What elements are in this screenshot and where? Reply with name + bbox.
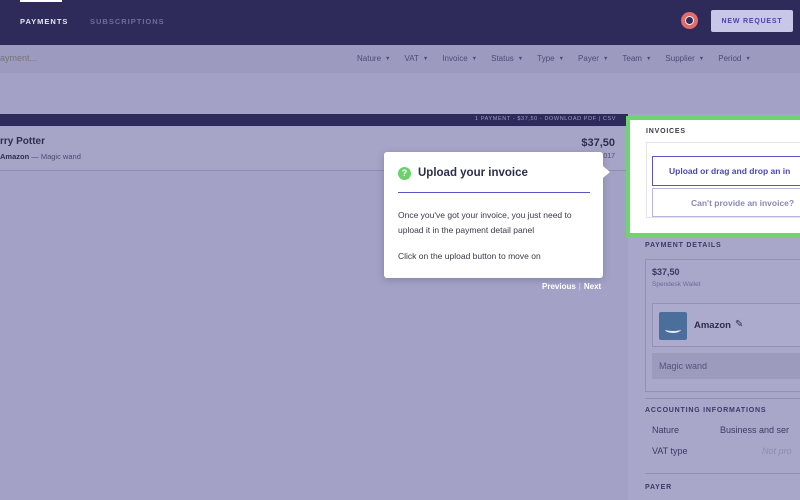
tab-payments[interactable]: PAYMENTS [20,17,68,26]
chevron-down-icon: ▼ [745,55,751,62]
upload-invoice-button[interactable]: Upload or drag and drop an in [652,156,800,186]
search-input[interactable] [0,53,60,63]
invoices-section: INVOICES Upload or drag and drop an in C… [626,116,800,237]
chevron-down-icon: ▼ [422,55,429,62]
payment-separator: — [29,152,41,161]
amazon-logo [659,312,687,340]
tour-title-rule [398,192,590,193]
merchant-name: Amazon [694,320,731,331]
chevron-down-icon: ▼ [471,55,478,62]
pencil-icon[interactable]: ✎ [735,319,743,330]
payment-date: 017 [603,153,615,160]
filter-payer[interactable]: Payer ▼ [578,54,608,63]
chevron-down-icon: ▼ [558,55,565,62]
question-icon: ? [398,167,411,180]
divider [645,473,800,474]
new-request-button[interactable]: NEW REQUEST [711,10,793,32]
payment-description: Amazon — Magic wand [0,152,81,161]
filter-supplier[interactable]: Supplier ▼ [665,54,704,63]
list-summary[interactable]: 1 PAYMENT - $37,50 - DOWNLOAD PDF | CSV [475,116,616,122]
cant-provide-invoice-button[interactable]: Can't provide an invoice? [652,188,800,217]
payment-details-label: PAYMENT DETAILS [645,242,722,249]
divider [645,398,800,399]
tour-nav-separator: | [578,282,581,291]
filter-list: Nature ▼ VAT ▼ Invoice ▼ Status ▼ Type ▼ Paye… [357,54,765,63]
payment-item: Magic wand [40,152,81,161]
filter-status[interactable]: Status ▼ [491,54,523,63]
tour-next-button[interactable]: Next [584,282,601,291]
nature-value[interactable]: Business and ser [720,425,789,435]
tour-popover: ? Upload your invoice Once you've got yo… [384,152,610,278]
accounting-label: ACCOUNTING INFORMATIONS [645,407,767,414]
chevron-down-icon: ▼ [385,55,391,62]
filter-bar: Nature▼ VAT▼ Invoice▼ Status▼ Type▼ Paye… [0,45,800,73]
tab-subscriptions[interactable]: SUBSCRIPTIONS [90,17,165,26]
popover-arrow [603,166,610,178]
filter-period[interactable]: Period ▼ [718,54,751,63]
payment-details-card: $37,50 Spendesk Wallet Amazon ✎ Magic wa… [645,259,800,392]
filter-nature[interactable]: Nature ▼ [357,54,390,63]
payer-label: PAYER [645,484,672,491]
tour-title: Upload your invoice [418,167,528,179]
vat-type-label: VAT type [652,446,688,456]
tour-previous-button[interactable]: Previous [542,282,576,291]
filter-vat[interactable]: VAT ▼ [404,54,428,63]
detail-amount: $37,50 [652,267,680,277]
payment-merchant: Amazon [0,152,30,161]
active-tab-indicator [20,0,62,2]
tour-navigation: Previous | Next [542,282,601,291]
top-nav: PAYMENTS SUBSCRIPTIONS NEW REQUEST [0,0,800,45]
merchant-card: Amazon ✎ [652,303,800,347]
chevron-down-icon: ▼ [645,55,652,62]
description-field[interactable]: Magic wand [652,353,800,379]
chevron-down-icon: ▼ [698,55,705,62]
tour-body: Once you've got your invoice, you just n… [398,210,572,235]
detail-wallet: Spendesk Wallet [652,281,701,288]
chevron-down-icon: ▼ [602,55,609,62]
lifebuoy-icon[interactable] [681,12,698,29]
filter-invoice[interactable]: Invoice ▼ [442,54,477,63]
list-summary-bar: 1 PAYMENT - $37,50 - DOWNLOAD PDF | CSV [0,114,628,126]
tour-cta: Click on the upload button to move on [398,251,541,261]
payment-user-name: rry Potter [0,136,46,147]
nature-label: Nature [652,425,680,435]
filter-type[interactable]: Type ▼ [537,54,564,63]
filter-team[interactable]: Team ▼ [622,54,651,63]
payment-amount: $37,50 [581,137,615,149]
chevron-down-icon: ▼ [517,55,524,62]
vat-type-value[interactable]: Not pro [762,446,792,456]
invoices-label: INVOICES [646,128,686,135]
